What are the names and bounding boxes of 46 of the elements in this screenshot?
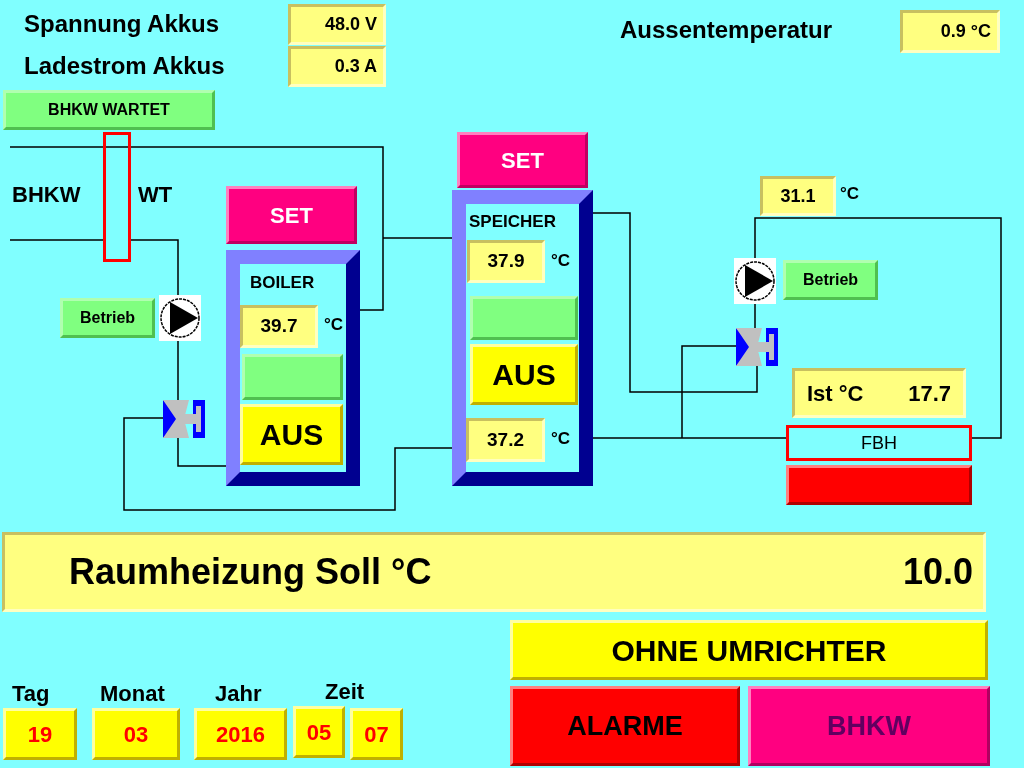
set-button[interactable]: SET	[226, 186, 357, 244]
setpoint-value[interactable]: 10.0	[902, 545, 973, 599]
reading-label: Spannung Akkus	[24, 12, 220, 36]
actual-temperature-value: 17.7	[908, 379, 951, 408]
mode-button[interactable]: OHNE UMRICHTER	[510, 620, 988, 680]
time-label: Zeit	[325, 681, 365, 703]
unit-label: °C	[840, 185, 860, 202]
status-button[interactable]: BHKW WARTET	[3, 90, 215, 130]
temperature-value: 37.2	[466, 418, 545, 462]
reading-value: 0.3 A	[288, 46, 386, 87]
temperature-value: 37.9	[467, 240, 545, 283]
temperature-value: 0.9 °C	[900, 10, 1000, 53]
status-button[interactable]: Betrieb	[60, 298, 155, 338]
mode-button[interactable]: AUS	[240, 404, 343, 465]
pump-icon	[734, 258, 776, 304]
floor-heating-label: FBH	[786, 425, 972, 461]
set-button[interactable]: SET	[457, 132, 588, 188]
exchanger-label: BHKW	[12, 184, 81, 206]
date-field: 03	[92, 708, 180, 760]
tank-title: SPEICHER	[469, 213, 556, 230]
tank-title: BOILER	[250, 274, 315, 291]
unit-label: °C	[324, 316, 344, 333]
reading-label: Ladestrom Akkus	[24, 54, 225, 78]
pump-icon	[159, 295, 201, 341]
unit-label: °C	[551, 252, 571, 269]
reading-value: 48.0 V	[288, 4, 386, 45]
date-label: Jahr	[215, 683, 262, 705]
actual-temperature-label: Ist °C	[807, 379, 864, 408]
status-button[interactable]: Betrieb	[783, 260, 878, 300]
alarm-button[interactable]: ALARME	[510, 686, 740, 766]
date-field: 19	[3, 708, 77, 760]
exchanger-label: WT	[138, 184, 173, 206]
date-label: Tag	[12, 683, 50, 705]
temperature-value: 39.7	[240, 305, 318, 348]
setpoint-label: Raumheizung Soll °C	[69, 550, 432, 594]
valve-icon	[736, 328, 778, 366]
time-field: 07	[350, 708, 403, 760]
unit-label: °C	[551, 430, 571, 447]
date-label: Monat	[100, 683, 165, 705]
date-field: 2016	[194, 708, 287, 760]
temperature-label: Aussentemperatur	[620, 18, 833, 42]
time-field: 05	[293, 706, 345, 758]
temperature-value: 31.1	[760, 176, 836, 216]
pipe-line	[177, 339, 179, 401]
mode-button[interactable]: AUS	[470, 344, 578, 405]
valve-icon	[163, 400, 205, 438]
